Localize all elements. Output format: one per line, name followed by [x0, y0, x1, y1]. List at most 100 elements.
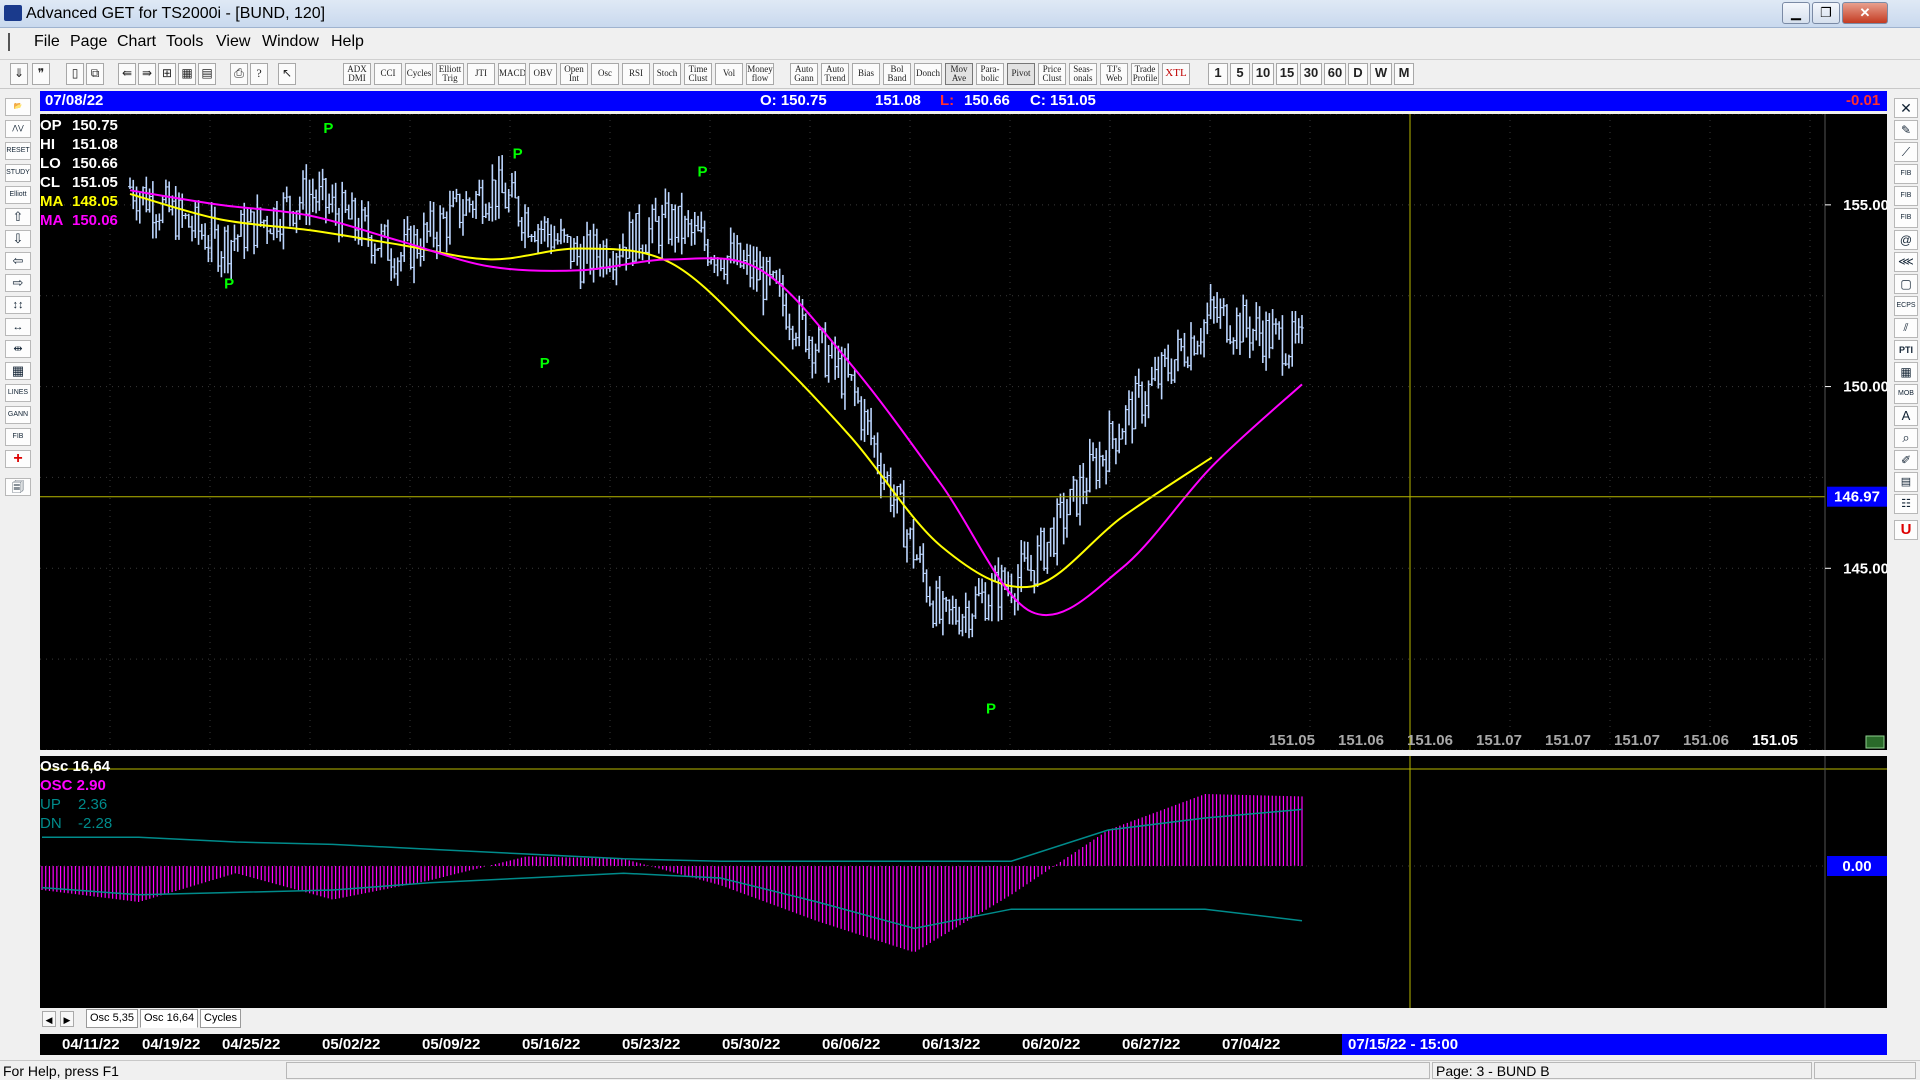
- calculator-icon[interactable]: ▤: [1894, 472, 1918, 492]
- arrow-up-icon[interactable]: ⇧: [5, 208, 31, 226]
- pencil-icon[interactable]: ✎: [1894, 120, 1918, 140]
- menu-window[interactable]: Window: [262, 33, 319, 51]
- mob-button[interactable]: MOB: [1894, 384, 1918, 404]
- quote-icon[interactable]: ❞: [32, 63, 50, 85]
- menu-chart[interactable]: Chart: [117, 33, 156, 51]
- tab-prev-icon[interactable]: ◀: [42, 1011, 56, 1027]
- interval-monthly-button[interactable]: M: [1394, 63, 1414, 85]
- oscillator-chart[interactable]: 0.00 Osc 16,64 OSC 2.90 UP 2.36 DN -2.28: [40, 756, 1887, 1008]
- study-macd-button[interactable]: MACD: [498, 63, 526, 85]
- tab-osc-5-35[interactable]: Osc 5,35: [86, 1009, 139, 1028]
- study-vol-button[interactable]: Vol: [715, 63, 743, 85]
- compress-vertical-icon[interactable]: ↕↕: [5, 296, 31, 314]
- table-icon[interactable]: ▦: [1894, 362, 1918, 382]
- hint-icon[interactable]: ?: [250, 63, 268, 85]
- study-seasonals-button[interactable]: Seas- onals: [1069, 63, 1097, 85]
- print-icon[interactable]: ⎙: [230, 63, 248, 85]
- study-pivot-button[interactable]: Pivot: [1007, 63, 1035, 85]
- close-button[interactable]: ✕: [1842, 2, 1888, 24]
- price-chart[interactable]: PPPPPP 155.00150.00145.00 146.97 151.05 1…: [40, 113, 1889, 751]
- ecps-button[interactable]: ECPS: [1894, 296, 1918, 316]
- interval-15-button[interactable]: 15: [1276, 63, 1298, 85]
- study-xtl-button[interactable]: XTL: [1162, 63, 1190, 85]
- interval-60-button[interactable]: 60: [1324, 63, 1346, 85]
- maximize-button[interactable]: ❐: [1812, 2, 1840, 24]
- study-moneyflow-button[interactable]: Money flow: [746, 63, 774, 85]
- fib-time-button[interactable]: FIB TIME: [1894, 208, 1918, 228]
- study-adx-button[interactable]: ADX DMI: [343, 63, 371, 85]
- menu-file[interactable]: File: [34, 33, 60, 51]
- study-obv-button[interactable]: OBV: [529, 63, 557, 85]
- text-tool-icon[interactable]: A: [1894, 406, 1918, 426]
- chart-icon[interactable]: ⊞: [158, 63, 176, 85]
- price-chart-panel[interactable]: PPPPPP 155.00 150.00 145.00 146.97 151.05 1…: [40, 113, 1889, 751]
- pattern-icon[interactable]: ⋀⋁: [5, 120, 31, 138]
- study-timeclust-button[interactable]: Time Clust: [684, 63, 712, 85]
- marker-icon[interactable]: ✐: [1894, 450, 1918, 470]
- interval-5-button[interactable]: 5: [1230, 63, 1250, 85]
- study-stoch-button[interactable]: Stoch: [653, 63, 681, 85]
- grid-icon[interactable]: ▦: [178, 63, 196, 85]
- grid-tool-icon[interactable]: ▦: [5, 362, 31, 380]
- study-tjsweb-button[interactable]: TJ's Web: [1100, 63, 1128, 85]
- pti-button[interactable]: PTI: [1894, 340, 1918, 360]
- elliott-tool-button[interactable]: Elliott: [5, 186, 31, 204]
- study-tradeprofile-button[interactable]: Trade Profile: [1131, 63, 1159, 85]
- study-parabolic-button[interactable]: Para- bolic: [976, 63, 1004, 85]
- study-movave-button[interactable]: Mov Ave: [945, 63, 973, 85]
- box-icon[interactable]: ▢: [1894, 274, 1918, 294]
- layout-icon[interactable]: ▤: [198, 63, 216, 85]
- trendline-icon[interactable]: ⟋: [1894, 142, 1918, 162]
- interval-weekly-button[interactable]: W: [1370, 63, 1392, 85]
- tab-next-icon[interactable]: ▶: [60, 1011, 74, 1027]
- arrow-right-icon[interactable]: ⇨: [5, 274, 31, 292]
- study-osc-button[interactable]: Osc: [591, 63, 619, 85]
- fib-extension-button[interactable]: FIB EXT: [1894, 186, 1918, 206]
- list-icon[interactable]: ☷: [1894, 494, 1918, 514]
- study-autotrend-button[interactable]: Auto Trend: [821, 63, 849, 85]
- study-rsi-button[interactable]: RSI: [622, 63, 650, 85]
- pin-icon[interactable]: ⇓: [10, 63, 28, 85]
- fib-tool-button[interactable]: FIB: [5, 428, 31, 446]
- oscillator-panel[interactable]: 0.00 Osc 16,64 OSC 2.90 UP 2.36 DN -2.28: [40, 756, 1887, 1008]
- study-elliott-button[interactable]: Elliott Trig: [436, 63, 464, 85]
- fan-lines-icon[interactable]: ⋘: [1894, 252, 1918, 272]
- fib-retracement-button[interactable]: FIB RET: [1894, 164, 1918, 184]
- scroll-left-icon[interactable]: ⇚: [118, 63, 136, 85]
- study-cycles-button[interactable]: Cycles: [405, 63, 433, 85]
- study-donch-button[interactable]: Donch: [914, 63, 942, 85]
- cycles-mini-icon[interactable]: [1865, 735, 1885, 749]
- arrow-left-icon[interactable]: ⇦: [5, 252, 31, 270]
- delete-tool-icon[interactable]: ✕: [1894, 98, 1918, 118]
- spiral-icon[interactable]: @: [1894, 230, 1918, 250]
- study-autogann-button[interactable]: Auto Gann: [790, 63, 818, 85]
- interval-30-button[interactable]: 30: [1300, 63, 1322, 85]
- lines-tool-button[interactable]: LINES: [5, 384, 31, 402]
- interval-daily-button[interactable]: D: [1348, 63, 1368, 85]
- new-page-icon[interactable]: ▯: [66, 63, 84, 85]
- reset-button[interactable]: RESET: [5, 142, 31, 160]
- expand-horizontal-icon[interactable]: ↔: [5, 318, 31, 336]
- study-tool-button[interactable]: STUDY: [5, 164, 31, 182]
- study-openint-button[interactable]: Open Int: [560, 63, 588, 85]
- interval-1-button[interactable]: 1: [1208, 63, 1228, 85]
- study-bolband-button[interactable]: Bol Band: [883, 63, 911, 85]
- menu-tools[interactable]: Tools: [166, 33, 203, 51]
- properties-icon[interactable]: 🗐: [5, 478, 31, 496]
- study-bias-button[interactable]: Bias: [852, 63, 880, 85]
- undo-icon[interactable]: U: [1894, 520, 1918, 540]
- menu-help[interactable]: Help: [331, 33, 364, 51]
- minimize-button[interactable]: ▁: [1782, 2, 1810, 24]
- study-cci-button[interactable]: CCI: [374, 63, 402, 85]
- scroll-right-icon[interactable]: ⇛: [138, 63, 156, 85]
- study-priceclust-button[interactable]: Price Clust: [1038, 63, 1066, 85]
- gann-tool-button[interactable]: GANN: [5, 406, 31, 424]
- channel-icon[interactable]: ⫽: [1894, 318, 1918, 338]
- crosshair-icon[interactable]: +: [5, 450, 31, 468]
- open-folder-icon[interactable]: 📂: [5, 98, 31, 116]
- menu-page[interactable]: Page: [70, 33, 107, 51]
- menu-view[interactable]: View: [216, 33, 250, 51]
- compress-horizontal-icon[interactable]: ⇹: [5, 340, 31, 358]
- tab-osc-16-64[interactable]: Osc 16,64: [140, 1009, 199, 1028]
- study-jti-button[interactable]: JTI: [467, 63, 495, 85]
